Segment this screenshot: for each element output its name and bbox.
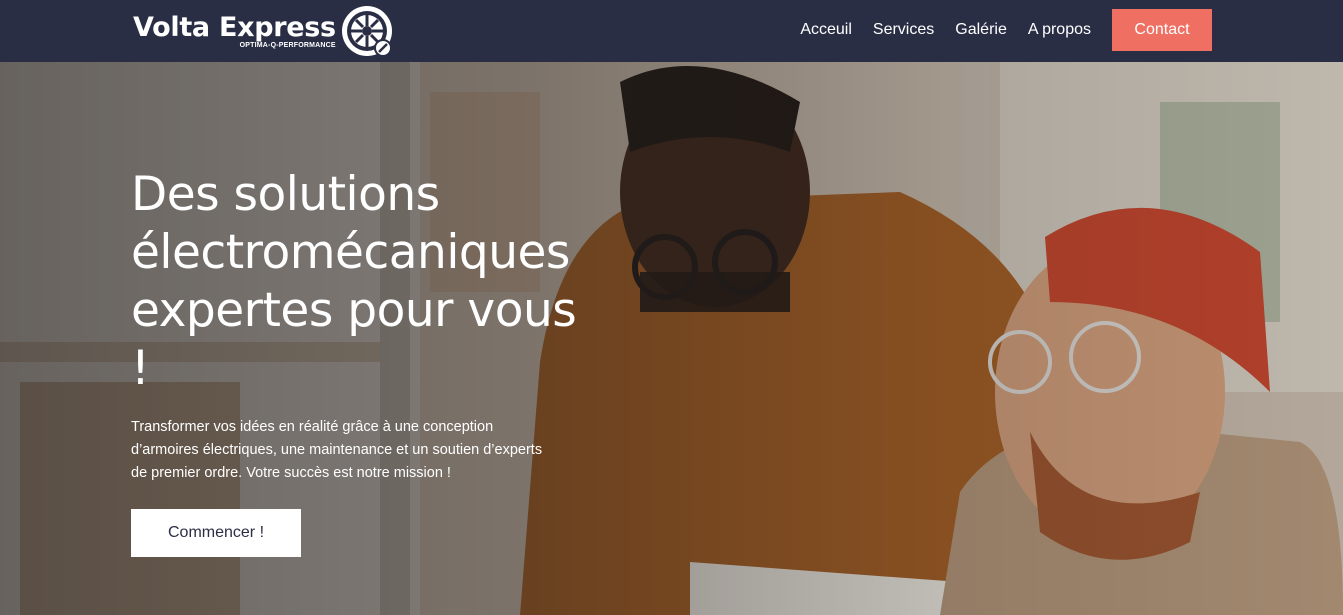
nav-link-galerie[interactable]: Galérie (955, 21, 1007, 39)
nav-link-a-propos[interactable]: A propos (1028, 21, 1091, 39)
brand-logo-link[interactable]: Volta Express OPTIMA-Q-PERFORMANCE (133, 3, 394, 59)
nav-link-acceuil[interactable]: Acceuil (800, 21, 852, 39)
nav-link-services[interactable]: Services (873, 21, 934, 39)
hero-description: Transformer vos idées en réalité grâce à… (131, 419, 543, 481)
nav-links: Acceuil Services Galérie A propos Contac… (800, 9, 1212, 51)
hero-section: Des solutions électromécaniques expertes… (0, 62, 1343, 615)
brand-name: Volta Express (133, 12, 336, 43)
hero-content: Des solutions électromécaniques expertes… (131, 166, 601, 557)
navbar: Volta Express OPTIMA-Q-PERFORMANCE Acceu (0, 0, 1343, 62)
hero-title: Des solutions électromécaniques expertes… (131, 167, 577, 396)
brand-text: Volta Express OPTIMA-Q-PERFORMANCE (133, 12, 336, 50)
get-started-button[interactable]: Commencer ! (131, 509, 301, 557)
contact-button[interactable]: Contact (1112, 9, 1212, 51)
brand-tagline: OPTIMA-Q-PERFORMANCE (239, 42, 336, 49)
wheel-logo-icon (341, 6, 392, 57)
